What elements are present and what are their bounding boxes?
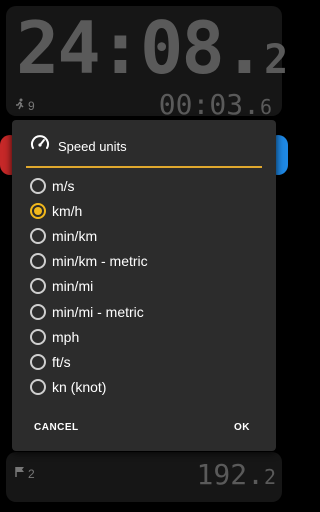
distance-fraction: 2 <box>263 465 276 489</box>
laps-count: 9 <box>28 98 35 113</box>
radio-button[interactable] <box>30 178 46 194</box>
radio-button[interactable] <box>30 379 46 395</box>
distance-value: 192.2 <box>197 458 276 491</box>
ok-button[interactable]: OK <box>234 422 250 433</box>
option-mph[interactable]: mph <box>30 326 79 348</box>
option-knot[interactable]: kn (knot) <box>30 376 106 398</box>
main-timer: 24:08.2 <box>16 6 288 100</box>
option-min-km[interactable]: min/km <box>30 225 97 247</box>
main-timer-fraction: 2 <box>264 37 289 83</box>
option-label: min/km <box>52 228 98 244</box>
radio-button[interactable] <box>30 329 46 345</box>
title-divider <box>26 166 262 168</box>
radio-button[interactable] <box>30 278 46 294</box>
flag-count: 2 <box>28 466 35 481</box>
runner-icon <box>14 98 26 113</box>
option-label: min/mi - metric <box>52 304 144 320</box>
dialog-title: Speed units <box>58 139 127 154</box>
lap-timer: 00:03.6 <box>159 88 272 121</box>
speed-units-dialog: Speed units m/s km/h min/km min/km - met… <box>12 120 276 451</box>
radio-button[interactable] <box>30 228 46 244</box>
main-timer-value: 24:08. <box>16 6 266 90</box>
dialog-header: Speed units <box>30 134 127 159</box>
flag-indicator: 2 <box>14 466 35 481</box>
option-label: kn (knot) <box>52 379 107 395</box>
radio-button-selected[interactable] <box>30 203 46 219</box>
option-label: mph <box>52 329 80 345</box>
option-label: m/s <box>52 178 75 194</box>
radio-button[interactable] <box>30 253 46 269</box>
option-min-mi[interactable]: min/mi <box>30 275 93 297</box>
option-min-mi-metric[interactable]: min/mi - metric <box>30 301 144 323</box>
radio-dot <box>34 207 42 215</box>
distance-number: 192. <box>196 458 264 491</box>
cancel-button[interactable]: CANCEL <box>34 422 79 433</box>
flag-icon <box>14 466 26 481</box>
option-m-s[interactable]: m/s <box>30 175 75 197</box>
option-label: min/mi <box>52 278 94 294</box>
speedometer-icon <box>30 134 50 159</box>
radio-button[interactable] <box>30 354 46 370</box>
lap-timer-fraction: 6 <box>259 95 272 119</box>
option-km-h[interactable]: km/h <box>30 200 82 222</box>
option-label: ft/s <box>52 354 71 370</box>
option-label: min/km - metric <box>52 253 148 269</box>
radio-button[interactable] <box>30 304 46 320</box>
laps-indicator: 9 <box>14 98 35 113</box>
option-label: km/h <box>52 203 83 219</box>
option-min-km-metric[interactable]: min/km - metric <box>30 250 148 272</box>
option-ft-s[interactable]: ft/s <box>30 351 71 373</box>
lap-timer-value: 00:03. <box>158 88 260 121</box>
